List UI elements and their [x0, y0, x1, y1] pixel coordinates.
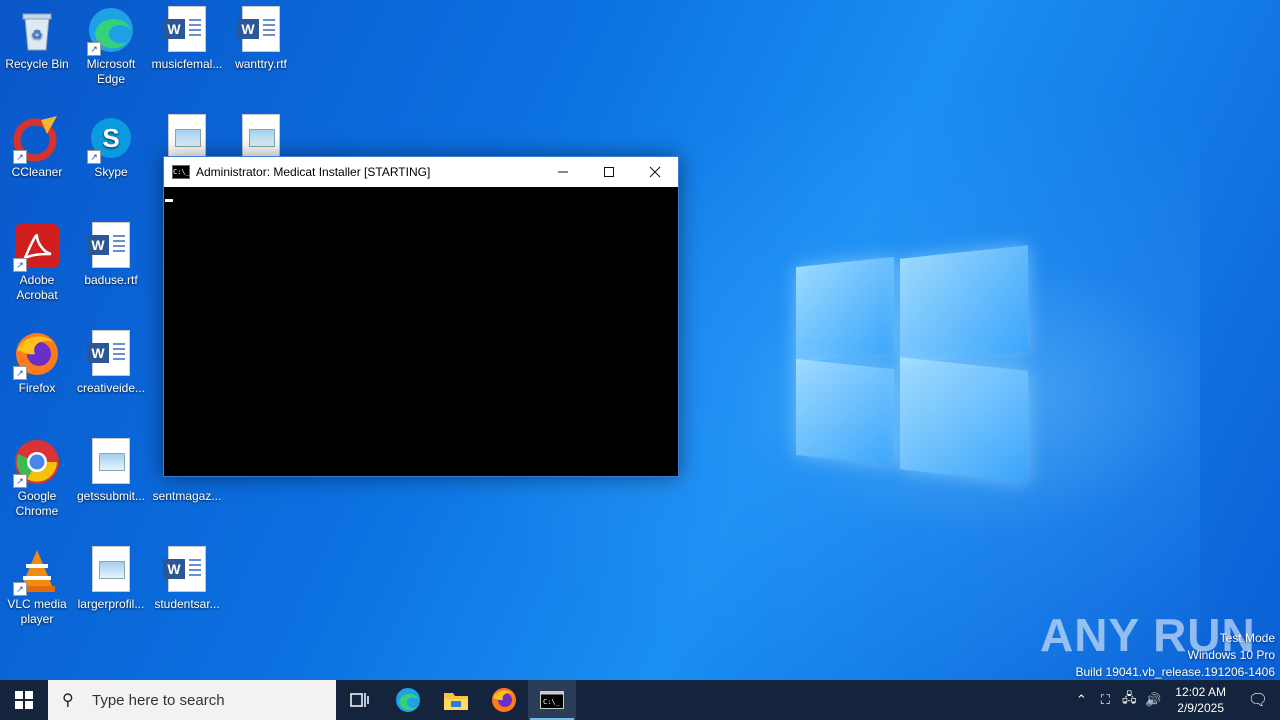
- firefox-icon: ↗: [13, 330, 61, 380]
- windows-logo-wallpaper: [796, 242, 1028, 483]
- acrobat-icon: ↗: [13, 222, 61, 272]
- system-watermark: Test Mode Windows 10 Pro Build 19041.vb_…: [1076, 630, 1276, 681]
- desktop-icon-microsoft-edge[interactable]: ↗ Microsoft Edge: [74, 0, 148, 87]
- skype-icon: S ↗: [87, 114, 135, 164]
- desktop-icon-ccleaner[interactable]: ↗ CCleaner: [0, 108, 74, 180]
- maximize-button[interactable]: [586, 157, 632, 187]
- edge-icon: ↗: [87, 6, 135, 56]
- console-cursor: [165, 199, 173, 202]
- desktop-icon-musicfemal[interactable]: W musicfemal...: [150, 0, 224, 72]
- word-document-icon: W: [237, 6, 285, 54]
- desktop-icon-getssubmit[interactable]: getssubmit...: [74, 432, 148, 504]
- minimize-button[interactable]: [540, 157, 586, 187]
- close-button[interactable]: [632, 157, 678, 187]
- clock-time: 12:02 AM: [1175, 685, 1226, 699]
- desktop-icon-wanttry[interactable]: W wanttry.rtf: [224, 0, 298, 72]
- word-document-icon: W: [163, 6, 211, 54]
- cmd-icon: C:\_: [540, 691, 564, 709]
- taskbar-file-explorer[interactable]: [432, 680, 480, 720]
- volume-icon[interactable]: 🔊: [1141, 692, 1165, 708]
- vlc-icon: ↗: [13, 546, 61, 596]
- word-document-icon: W: [163, 546, 211, 594]
- maximize-icon: [604, 167, 614, 177]
- search-placeholder: Type here to search: [92, 691, 225, 709]
- svg-text:♻: ♻: [31, 27, 43, 42]
- taskbar: ⚲ Type here to search C:\_ ⌃ ⛶ 🖧 🔊 12:02…: [0, 680, 1280, 720]
- taskbar-cmd[interactable]: C:\_: [528, 680, 576, 720]
- folder-icon: [444, 693, 468, 710]
- start-button[interactable]: [0, 680, 48, 720]
- windows-edition-text: Windows 10 Pro: [1187, 648, 1275, 662]
- desktop-icon-recycle-bin[interactable]: ♻ Recycle Bin: [0, 0, 74, 72]
- desktop-icon-creativeide[interactable]: W creativeide...: [74, 324, 148, 396]
- taskbar-edge[interactable]: [384, 680, 432, 720]
- task-view-button[interactable]: [336, 680, 384, 720]
- device-icon[interactable]: ⛶: [1093, 692, 1117, 708]
- cmd-title-bar[interactable]: C:\_ Administrator: Medicat Installer [S…: [164, 157, 678, 187]
- image-file-icon: [87, 546, 135, 594]
- cmd-window[interactable]: C:\_ Administrator: Medicat Installer [S…: [163, 156, 679, 477]
- windows-start-icon: [15, 691, 33, 709]
- desktop-icon-adobe-acrobat[interactable]: ↗ Adobe Acrobat: [0, 216, 74, 303]
- system-tray: ⌃ ⛶ 🖧 🔊 12:02 AM 2/9/2025 🗨: [1069, 680, 1280, 720]
- close-icon: [649, 166, 661, 178]
- svg-text:C:\_: C:\_: [543, 698, 561, 706]
- cmd-window-icon: C:\_: [172, 165, 190, 179]
- taskbar-firefox[interactable]: [480, 680, 528, 720]
- ccleaner-icon: ↗: [13, 114, 61, 164]
- desktop-icon-firefox[interactable]: ↗ Firefox: [0, 324, 74, 396]
- notification-center-icon[interactable]: 🗨: [1236, 690, 1280, 710]
- image-file-icon: [87, 438, 135, 486]
- desktop-icon-largerprofil[interactable]: largerprofil...: [74, 540, 148, 612]
- svg-text:S: S: [102, 123, 119, 153]
- desktop-icon-vlc[interactable]: ↗ VLC media player: [0, 540, 74, 627]
- show-hidden-icons-chevron-icon[interactable]: ⌃: [1069, 692, 1093, 708]
- image-file-icon: [163, 114, 211, 162]
- desktop-icon-skype[interactable]: S ↗ Skype: [74, 108, 148, 180]
- word-document-icon: W: [87, 222, 135, 270]
- test-mode-text: Test Mode: [1219, 631, 1275, 645]
- task-view-icon: [350, 693, 369, 707]
- word-document-icon: W: [87, 330, 135, 378]
- minimize-icon: [558, 171, 568, 173]
- network-icon[interactable]: 🖧: [1117, 689, 1141, 711]
- recycle-bin-icon: ♻: [13, 6, 61, 54]
- desktop-icon-google-chrome[interactable]: ↗ Google Chrome: [0, 432, 74, 519]
- chrome-icon: ↗: [13, 438, 61, 488]
- build-text: Build 19041.vb_release.191206-1406: [1075, 665, 1276, 679]
- desktop-icon-baduse[interactable]: W baduse.rtf: [74, 216, 148, 288]
- cmd-window-title: Administrator: Medicat Installer [STARTI…: [196, 165, 431, 179]
- taskbar-clock[interactable]: 12:02 AM 2/9/2025: [1175, 684, 1226, 716]
- firefox-icon: [492, 688, 516, 712]
- search-icon: ⚲: [62, 692, 74, 709]
- edge-icon: [396, 688, 420, 712]
- desktop-icon-studentsar[interactable]: W studentsar...: [150, 540, 224, 612]
- image-file-icon: [237, 114, 285, 162]
- taskbar-search-box[interactable]: ⚲ Type here to search: [48, 680, 336, 720]
- clock-date: 2/9/2025: [1177, 701, 1224, 715]
